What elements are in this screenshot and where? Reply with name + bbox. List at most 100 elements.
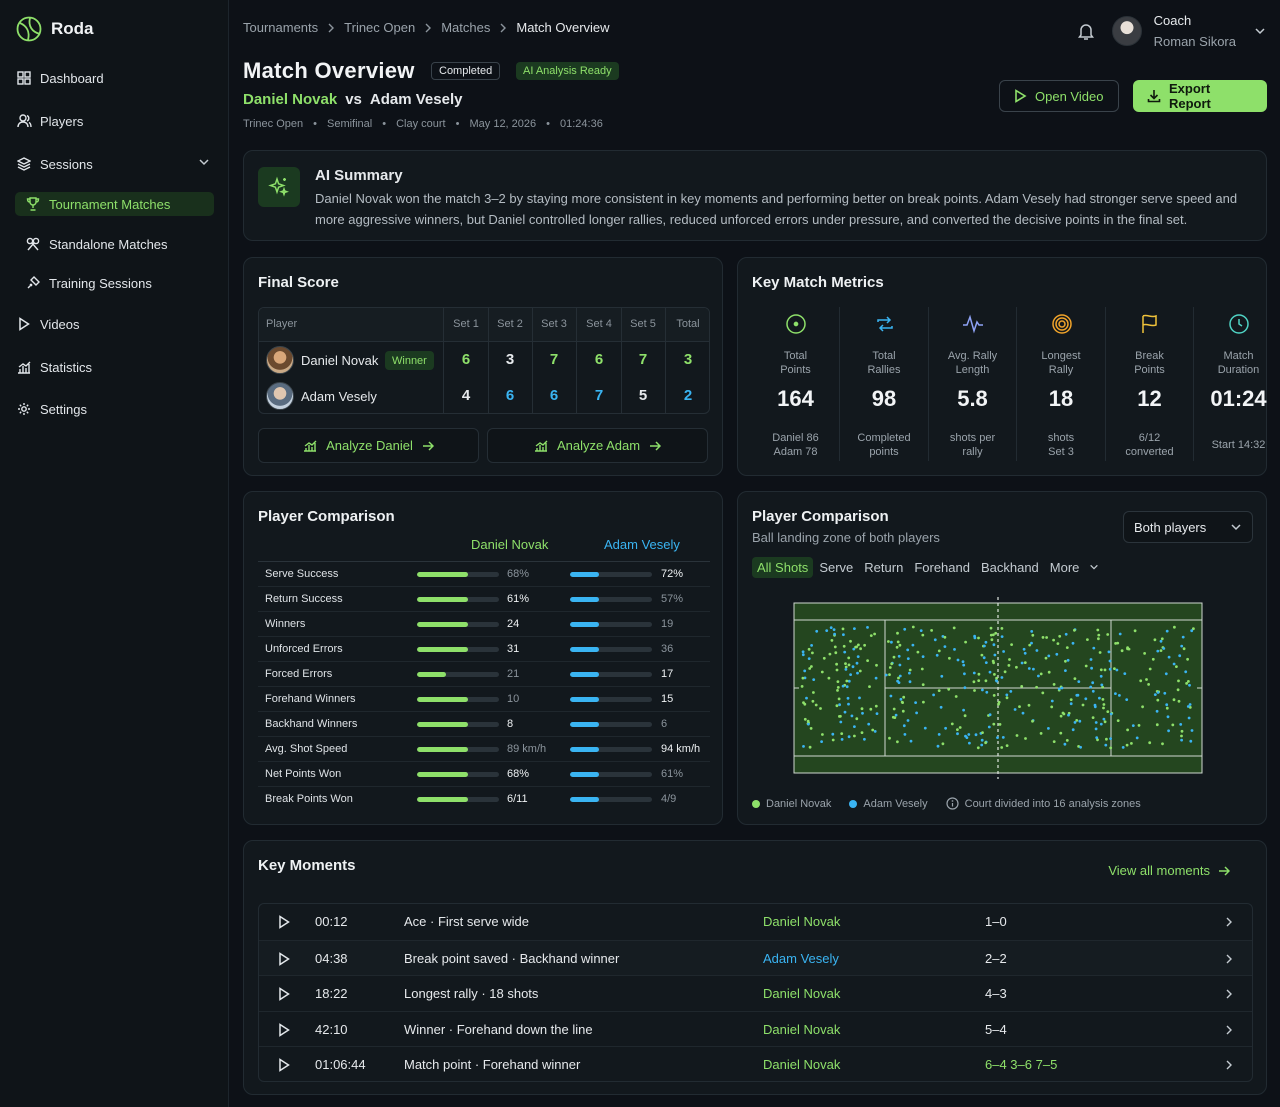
open-video-button[interactable]: Open Video — [999, 80, 1119, 112]
chevron-right-icon[interactable] — [1225, 954, 1233, 964]
score-cell: 6 — [461, 351, 471, 368]
view-all-moments-link[interactable]: View all moments — [1108, 863, 1230, 878]
moment-player[interactable]: Adam Vesely — [763, 951, 839, 966]
landing-dot — [1003, 670, 1007, 674]
landing-dot — [1180, 738, 1183, 742]
chevron-right-icon[interactable] — [1225, 917, 1233, 927]
landing-dot — [974, 733, 978, 737]
player2-bar-fill — [570, 797, 599, 802]
header-set4: Set 4 — [586, 318, 612, 330]
play-icon[interactable] — [278, 915, 290, 929]
tab-forehand[interactable]: Forehand — [909, 557, 975, 578]
moment-player[interactable]: Daniel Novak — [763, 914, 840, 929]
landing-dot — [1039, 672, 1043, 676]
key-moment-row[interactable]: 42:10 Winner · Forehand down the line Dani… — [259, 1010, 1252, 1047]
landing-dot — [965, 736, 969, 739]
key-moment-row[interactable]: 04:38 Break point saved · Backhand winner… — [259, 939, 1252, 976]
chevron-down-icon[interactable] — [1254, 25, 1266, 37]
analyze-adam-button[interactable]: Analyze Adam — [487, 428, 708, 463]
play-icon[interactable] — [278, 1022, 290, 1037]
user-info[interactable]: Coach Roman Sikora — [1154, 10, 1236, 52]
landing-dot — [906, 648, 910, 652]
player-avatar — [266, 382, 294, 410]
breadcrumb-matches[interactable]: Matches — [441, 20, 490, 35]
player1-bar-fill — [417, 697, 468, 702]
player2-value: 57% — [661, 593, 684, 605]
export-report-button[interactable]: Export Report — [1133, 80, 1267, 112]
landing-dot — [1090, 666, 1093, 670]
landing-dot — [847, 679, 851, 683]
landing-dot — [911, 625, 915, 629]
tab-serve[interactable]: Serve — [814, 557, 858, 578]
sidebar-item-settings[interactable]: Settings — [16, 396, 214, 422]
app-logo[interactable]: Roda — [16, 16, 94, 42]
player2-bar-fill — [570, 772, 599, 777]
landing-dot — [1182, 647, 1186, 651]
landing-dot — [1023, 661, 1027, 664]
landing-zone-card: Player Comparison Ball landing zone of b… — [737, 491, 1267, 825]
landing-dot — [989, 633, 993, 637]
landing-dot — [855, 661, 859, 665]
sidebar-item-videos[interactable]: Videos — [16, 311, 214, 337]
sidebar-item-training-sessions[interactable]: Training Sessions — [15, 270, 214, 296]
tab-return[interactable]: Return — [859, 557, 908, 578]
metric-sub-line: Daniel 86 — [772, 432, 819, 444]
metric-label: Total Rallies — [841, 349, 928, 377]
moment-player[interactable]: Daniel Novak — [763, 1057, 840, 1072]
sidebar-item-standalone-matches[interactable]: Standalone Matches — [15, 231, 214, 257]
metric-label-line: Points — [780, 364, 811, 376]
avatar[interactable] — [1111, 16, 1142, 46]
chevron-right-icon[interactable] — [1225, 1060, 1233, 1070]
landing-dot — [1027, 703, 1031, 707]
landing-dot — [836, 689, 839, 692]
landing-dot — [1081, 703, 1085, 707]
player1-bar-fill — [417, 672, 446, 677]
landing-dot — [1114, 692, 1117, 695]
tab-more[interactable]: More — [1045, 557, 1104, 578]
key-moment-row[interactable]: 01:06:44 Match point · Forehand winner Dan… — [259, 1046, 1252, 1081]
moment-time: 01:06:44 — [315, 1057, 366, 1072]
landing-dot — [1171, 723, 1175, 727]
play-icon[interactable] — [278, 951, 290, 966]
sidebar-item-sessions[interactable]: Sessions — [16, 151, 214, 177]
breadcrumb-tournaments[interactable]: Tournaments — [243, 20, 318, 35]
trophy-icon — [25, 196, 41, 212]
moment-player[interactable]: Daniel Novak — [763, 986, 840, 1001]
landing-dot — [1113, 667, 1116, 670]
chevron-right-icon[interactable] — [1225, 1025, 1233, 1035]
landing-dot — [983, 644, 986, 648]
bell-icon[interactable] — [1076, 21, 1096, 41]
player1-bar — [417, 697, 499, 702]
player1-bar — [417, 597, 499, 602]
analyze-daniel-button[interactable]: Analyze Daniel — [258, 428, 479, 463]
tab-all-shots[interactable]: All Shots — [752, 557, 814, 578]
moment-player[interactable]: Daniel Novak — [763, 1022, 840, 1037]
players-select[interactable]: Both players — [1123, 511, 1253, 543]
landing-dot — [805, 696, 808, 700]
sidebar-item-players[interactable]: Players — [16, 108, 214, 134]
chevron-down-icon[interactable] — [198, 156, 210, 168]
key-moment-row[interactable]: 00:12 Ace · First serve wide Daniel Novak 1… — [259, 904, 1252, 940]
score-row[interactable]: Daniel Novak Winner 6 3 7 6 7 3 — [259, 343, 709, 379]
sidebar-item-dashboard[interactable]: Dashboard — [16, 65, 214, 91]
player1-name[interactable]: Daniel Novak — [243, 91, 337, 108]
landing-dot — [901, 701, 904, 704]
player1-bar-fill — [417, 797, 468, 802]
play-icon[interactable] — [278, 987, 290, 1001]
player1-bar — [417, 672, 499, 677]
score-row[interactable]: Adam Vesely 4 6 6 7 5 2 — [259, 379, 709, 413]
player2-name[interactable]: Adam Vesely — [370, 91, 463, 108]
player1-bar — [417, 572, 499, 577]
key-moment-row[interactable]: 18:22 Longest rally · 18 shots Daniel Nova… — [259, 975, 1252, 1011]
landing-dot — [887, 640, 890, 643]
sidebar-item-statistics[interactable]: Statistics — [16, 354, 214, 380]
chevron-right-icon[interactable] — [1225, 989, 1233, 999]
player1-bar-fill — [417, 722, 468, 727]
sidebar-item-tournament-matches[interactable]: Tournament Matches — [15, 192, 214, 216]
play-icon[interactable] — [278, 1058, 290, 1072]
landing-dot — [1071, 641, 1075, 645]
landing-dot — [1102, 703, 1106, 706]
tab-backhand[interactable]: Backhand — [976, 557, 1044, 578]
breadcrumb-trinec-open[interactable]: Trinec Open — [344, 20, 415, 35]
landing-dot — [1073, 721, 1077, 724]
